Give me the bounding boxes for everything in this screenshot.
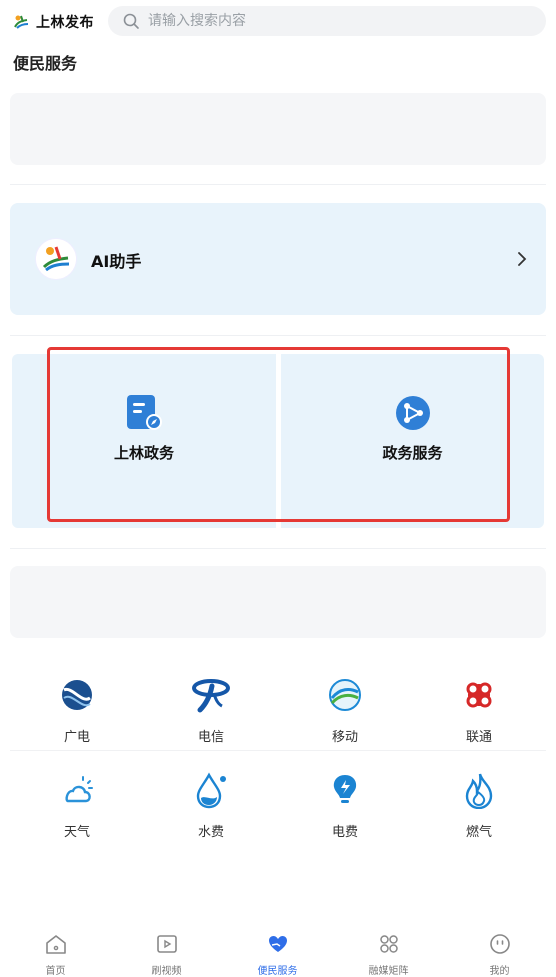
ai-avatar-icon xyxy=(36,239,76,279)
utility-telecom[interactable]: 电信 xyxy=(144,670,278,760)
brand-mark-icon xyxy=(14,15,29,29)
chevron-right-icon xyxy=(518,252,527,266)
tab-label: 刷视频 xyxy=(151,966,182,977)
home-icon xyxy=(45,935,66,954)
tab-label: 融媒矩阵 xyxy=(368,966,409,977)
utilities-row-telecom: 广电 电信 移动 联通 xyxy=(10,670,546,760)
share-network-icon xyxy=(395,396,430,430)
utility-unicom[interactable]: 联通 xyxy=(412,670,546,760)
tab-home[interactable]: 首页 xyxy=(0,926,111,977)
utility-label: 广电 xyxy=(63,730,90,745)
search-icon xyxy=(123,13,139,29)
utility-label: 电费 xyxy=(331,825,358,840)
banner-placeholder-top[interactable] xyxy=(10,93,546,165)
section-divider xyxy=(10,184,546,185)
top-bar: 上林发布 xyxy=(0,0,556,44)
china-telecom-icon xyxy=(192,679,230,713)
section-divider xyxy=(10,548,546,549)
utility-label: 天气 xyxy=(63,825,90,840)
utility-label: 电信 xyxy=(197,730,224,745)
utility-label: 燃气 xyxy=(465,825,492,840)
tab-label: 便民服务 xyxy=(257,966,298,977)
brand-name: 上林发布 xyxy=(36,15,94,31)
tab-label: 我的 xyxy=(489,966,510,977)
video-play-icon xyxy=(156,935,177,953)
search-bar[interactable] xyxy=(108,6,546,36)
tab-label: 首页 xyxy=(45,966,66,977)
row-divider xyxy=(10,750,546,751)
utility-gas-bill[interactable]: 燃气 xyxy=(412,765,546,855)
utility-water-bill[interactable]: 水费 xyxy=(144,765,278,855)
gov-services-panel: 上林政务 政务服务 xyxy=(12,354,544,528)
flame-icon xyxy=(465,773,493,809)
utility-electric-bill[interactable]: 电费 xyxy=(278,765,412,855)
water-drop-icon xyxy=(196,772,226,809)
utility-mobile[interactable]: 移动 xyxy=(278,670,412,760)
china-mobile-icon xyxy=(329,679,361,711)
lightbulb-icon xyxy=(333,775,357,803)
service-label: 政务服务 xyxy=(382,444,443,462)
weather-cloud-icon xyxy=(65,776,93,803)
service-label: 上林政务 xyxy=(113,444,174,462)
utility-broadcast[interactable]: 广电 xyxy=(10,670,144,760)
bottom-tab-bar: 首页 刷视频 便民服务 融媒矩阵 我的 xyxy=(0,926,556,977)
utility-label: 联通 xyxy=(465,730,492,745)
utility-label: 移动 xyxy=(331,730,358,745)
ai-assistant-label: AI助手 xyxy=(91,252,142,271)
china-unicom-icon xyxy=(466,682,492,708)
grid-flower-icon xyxy=(379,935,398,953)
utility-weather[interactable]: 天气 xyxy=(10,765,144,855)
smiley-icon xyxy=(489,934,510,954)
tab-profile[interactable]: 我的 xyxy=(444,926,555,977)
heart-hands-icon xyxy=(268,936,287,952)
ai-assistant-card[interactable]: AI助手 xyxy=(10,203,546,315)
service-tile-gov-services[interactable]: 政务服务 xyxy=(281,354,544,528)
search-input[interactable] xyxy=(146,12,510,30)
brand-logo[interactable]: 上林发布 xyxy=(12,10,94,34)
banner-placeholder-bottom[interactable] xyxy=(10,566,546,638)
document-compass-icon xyxy=(127,395,162,430)
page-title: 便民服务 xyxy=(13,54,78,73)
utilities-row-home: 天气 水费 电费 燃气 xyxy=(10,765,546,855)
section-divider xyxy=(10,335,546,336)
broadcast-tv-icon xyxy=(62,680,92,710)
utility-label: 水费 xyxy=(197,825,224,840)
tab-convenience-services[interactable]: 便民服务 xyxy=(222,926,333,977)
service-tile-shanglin-gov[interactable]: 上林政务 xyxy=(12,354,276,528)
tab-media-matrix[interactable]: 融媒矩阵 xyxy=(333,926,444,977)
tab-videos[interactable]: 刷视频 xyxy=(111,926,222,977)
